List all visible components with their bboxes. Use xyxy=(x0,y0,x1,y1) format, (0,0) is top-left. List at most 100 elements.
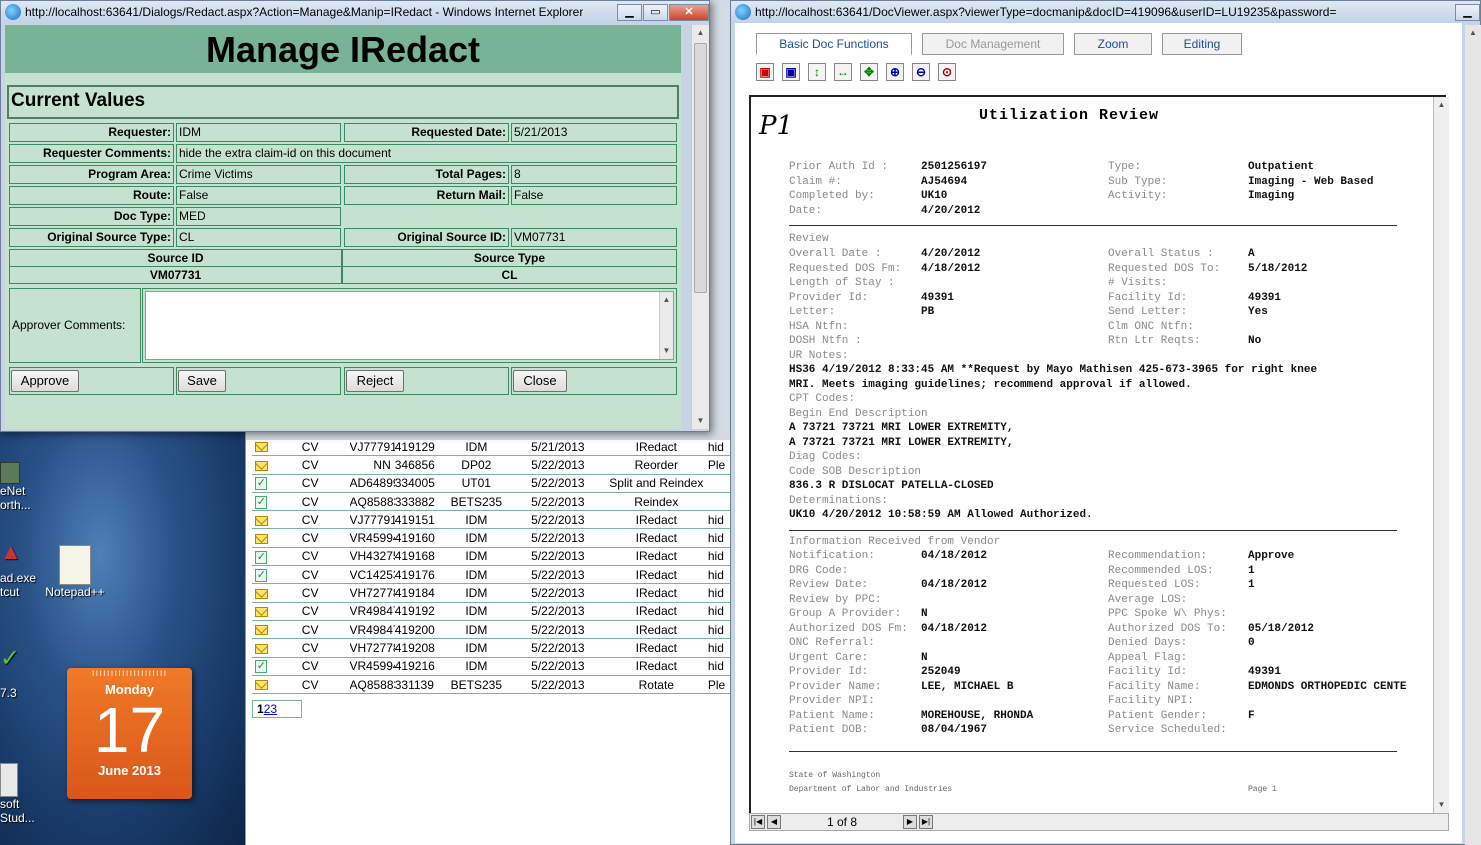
table-cell: Rotate xyxy=(638,677,674,692)
textarea-scrollbar[interactable]: ▲ ▼ xyxy=(659,292,673,359)
window-close-button[interactable]: ✕ xyxy=(669,3,709,21)
scroll-down-icon[interactable]: ▼ xyxy=(692,413,709,429)
last-page-icon[interactable]: ▶| xyxy=(919,815,933,829)
table-row[interactable]: CV VJ77791 419151 IDM 5/22/2013 IRedact hid xyxy=(252,511,736,530)
source-id-value: VM07731 xyxy=(9,266,342,284)
app-icon: ✓ xyxy=(0,645,21,672)
calendar-date: 17 xyxy=(93,694,166,766)
section-title: Current Values xyxy=(7,85,679,119)
scroll-down-icon[interactable]: ▼ xyxy=(1434,797,1449,813)
pager-link-3[interactable]: 3 xyxy=(270,702,277,716)
ie-logo-icon xyxy=(735,4,751,20)
dialog-titlebar[interactable]: http://localhost:63641/Dialogs/Redact.as… xyxy=(1,1,709,23)
viewer-window-scrollbar[interactable]: ▲ xyxy=(1465,25,1481,845)
table-cell: Reorder xyxy=(634,457,678,472)
table-cell: 5/22/2013 xyxy=(531,549,585,564)
desktop-icon-4[interactable]: ✓ 7.3 xyxy=(0,645,21,701)
field-label: Notification: xyxy=(789,550,875,562)
desktop-icon-2[interactable]: ▲ ad.exe tcut xyxy=(0,541,36,600)
ur-notes-line: MRI. Meets imaging guidelines; recommend… xyxy=(789,378,1192,391)
field-label: Requested DOS To: xyxy=(1108,262,1221,275)
table-row[interactable]: CV VJ77791 419129 IDM 5/21/2013 IRedact hid xyxy=(252,438,736,457)
tab-basic-doc-functions[interactable]: Basic Doc Functions xyxy=(756,33,912,55)
table-row[interactable]: CV NN 346856 DP02 5/22/2013 Reorder Ple xyxy=(252,456,736,475)
table-row[interactable]: ✓ CV AQ85883333882 BETS235 5/22/2013 Reindex xyxy=(252,493,736,512)
pan-icon[interactable]: ✥ xyxy=(860,63,878,81)
save-button[interactable]: Save xyxy=(178,370,226,392)
table-row[interactable]: ✓ CV VR45994 419216 IDM 5/22/2013 IRedact hid xyxy=(252,658,736,676)
first-page-icon[interactable]: |◀ xyxy=(751,815,765,829)
table-cell: CV xyxy=(301,439,319,454)
fit-height-icon[interactable]: ↕ xyxy=(808,63,826,81)
scroll-thumb[interactable] xyxy=(694,43,707,293)
table-cell: CV xyxy=(301,457,319,472)
scroll-down-icon[interactable]: ▼ xyxy=(660,343,673,359)
page-indicator: 1 of 8 xyxy=(826,815,858,829)
page-navigator: |◀ ◀ 1 of 8 ▶ ▶| xyxy=(749,813,1449,831)
minimize-button[interactable]: ▁ xyxy=(617,3,642,21)
table-cell: IDM xyxy=(465,659,488,674)
fit-width-icon[interactable]: ↔ xyxy=(834,63,852,81)
document-page[interactable]: P1 Utilization Review Prior Auth Id : 250… xyxy=(749,95,1446,827)
scroll-up-icon[interactable]: ▲ xyxy=(692,25,709,41)
check-icon: ✓ xyxy=(255,477,268,491)
ur-notes-label: UR Notes: xyxy=(789,349,849,362)
desktop-icon-notepadpp[interactable]: Notepad++ xyxy=(40,545,110,599)
table-row[interactable]: ✓ CV AD64899 334005 UT01 5/22/2013 Split and R… xyxy=(252,475,736,493)
table-row[interactable]: CV VH72778 419208 IDM 5/22/2013 IRedact hid xyxy=(252,639,736,658)
table-row[interactable]: CV VR49847 419192 IDM 5/22/2013 IRedact hid xyxy=(252,603,736,621)
next-page-icon[interactable]: ▶ xyxy=(903,815,917,829)
field-label: Provider Id: xyxy=(789,666,869,678)
close-button[interactable]: Close xyxy=(513,370,567,392)
reject-button[interactable]: Reject xyxy=(346,370,404,392)
tab-doc-management[interactable]: Doc Management xyxy=(922,33,1064,55)
table-row[interactable]: CV VR49847 419200 IDM 5/22/2013 IRedact hid xyxy=(252,621,736,640)
actual-size-icon[interactable]: ▣ xyxy=(782,63,800,81)
field-label: ONC Referral: xyxy=(789,637,875,649)
scroll-up-icon[interactable]: ▲ xyxy=(1434,97,1449,113)
desktop-icon-5[interactable]: soft Stud... xyxy=(0,763,35,825)
scroll-up-icon[interactable]: ▲ xyxy=(1465,25,1481,41)
calendar-gadget[interactable]: ıııııııııııııııııııı Monday 17 June 2013 xyxy=(67,668,192,799)
field-label: DRG Code: xyxy=(789,564,849,577)
doc-type-value: MED xyxy=(176,207,341,226)
minimize-button[interactable]: ▁ xyxy=(1455,3,1480,21)
total-pages-label: Total Pages: xyxy=(344,165,509,184)
document-scrollbar[interactable]: ▲ ▼ xyxy=(1433,97,1449,813)
tab-zoom[interactable]: Zoom xyxy=(1074,33,1152,55)
field-label: PPC Spoke W\ Phys: xyxy=(1108,608,1227,620)
field-value: MOREHOUSE, RHONDA xyxy=(921,709,1034,722)
requester-comments-label: Requester Comments: xyxy=(9,144,174,163)
fit-page-icon[interactable]: ▣ xyxy=(756,63,774,81)
table-cell: AD64899 xyxy=(349,476,395,491)
field-label: Review Date: xyxy=(789,579,869,591)
field-label: Denied Days: xyxy=(1108,637,1188,649)
table-cell: IDM xyxy=(465,549,488,564)
table-row[interactable]: ✓ CV VH43275 419168 IDM 5/22/2013 IRedact hid xyxy=(252,548,736,567)
table-row[interactable]: CVAQ85883331139BETS2355/22/2013RotatePle xyxy=(252,676,736,695)
table-row[interactable]: CV VR45994 419160 IDM 5/22/2013 IRedact hid xyxy=(252,529,736,548)
field-label: Average LOS: xyxy=(1108,593,1188,606)
zoom-in-icon[interactable]: ⊕ xyxy=(886,63,904,81)
approver-comments-textarea[interactable]: ▲ ▼ xyxy=(145,291,674,360)
table-cell: 419129 xyxy=(394,439,435,454)
viewer-titlebar[interactable]: http://localhost:63641/DocViewer.aspx?vi… xyxy=(731,1,1480,23)
table-row[interactable]: CV VH72778 419184 IDM 5/22/2013 IRedact hid xyxy=(252,584,736,603)
desktop-icon-1[interactable]: eNet orth... xyxy=(0,462,31,512)
zoom-out-icon[interactable]: ⊖ xyxy=(912,63,930,81)
route-label: Route: xyxy=(9,186,174,205)
viewer-content: Basic Doc Functions Doc Management Zoom … xyxy=(735,23,1462,843)
field-value: AJ54694 xyxy=(921,175,968,188)
dialog-scrollbar[interactable]: ▲ ▼ xyxy=(691,25,709,429)
maximize-button[interactable]: ▭ xyxy=(643,3,668,21)
table-cell: 419216 xyxy=(394,659,435,674)
table-cell: DP02 xyxy=(461,457,492,472)
table-cell: IRedact xyxy=(635,586,677,601)
zoom-area-icon[interactable]: ⊙ xyxy=(938,63,956,81)
prev-page-icon[interactable]: ◀ xyxy=(767,815,781,829)
approve-button[interactable]: Approve xyxy=(11,370,79,392)
tab-editing[interactable]: Editing xyxy=(1162,33,1242,55)
scroll-up-icon[interactable]: ▲ xyxy=(660,292,673,308)
envelope-icon xyxy=(254,533,268,544)
table-row[interactable]: ✓ CV VC14253 419176 IDM 5/22/2013 IRedact hid xyxy=(252,566,736,585)
